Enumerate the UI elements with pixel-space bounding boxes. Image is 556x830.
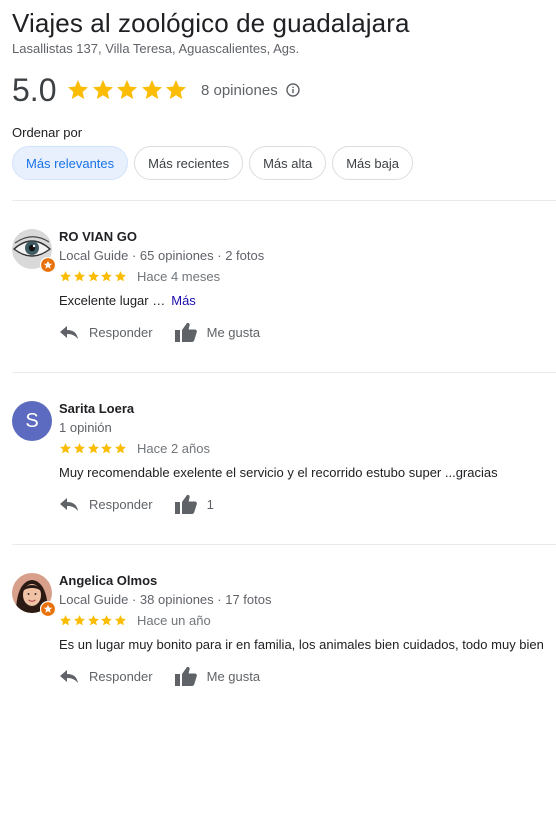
reviewer-meta: Local Guide · 38 opiniones · 17 fotos bbox=[59, 592, 272, 607]
review-item: S Sarita Loera 1 opinión Hace 2 años Muy… bbox=[12, 401, 556, 551]
like-label: Me gusta bbox=[206, 324, 261, 340]
avatar[interactable] bbox=[12, 229, 56, 273]
review-count: 8 opiniones bbox=[200, 81, 278, 99]
review-stars bbox=[59, 270, 128, 283]
reply-icon bbox=[60, 670, 78, 683]
sort-label: Ordenar por bbox=[12, 125, 83, 140]
sort-options: Más relevantes Más recientes Más alta Má… bbox=[12, 146, 419, 180]
reviewer-meta: 1 opinión bbox=[59, 420, 112, 435]
star-icon bbox=[141, 80, 162, 99]
review-time: Hace 4 meses bbox=[136, 269, 221, 284]
review-time: Hace un año bbox=[136, 613, 211, 628]
review-item: Angelica Olmos Local Guide · 38 opinione… bbox=[12, 573, 556, 723]
place-address: Lasallistas 137, Villa Teresa, Aguascali… bbox=[12, 41, 300, 56]
sort-most-relevant[interactable]: Más relevantes bbox=[12, 146, 129, 180]
rating-summary: 5.0 8 opiniones bbox=[12, 70, 300, 110]
info-icon[interactable] bbox=[286, 83, 300, 97]
review-rating: Hace 4 meses bbox=[59, 269, 220, 284]
reviewer-name[interactable]: Angelica Olmos bbox=[59, 573, 157, 588]
rating-stars bbox=[66, 78, 189, 102]
reply-button[interactable]: Responder bbox=[59, 324, 153, 340]
review-actions: Responder Me gusta bbox=[59, 661, 260, 691]
star-icon bbox=[73, 271, 85, 282]
star-icon bbox=[73, 615, 85, 626]
reply-icon bbox=[60, 326, 78, 339]
review-item: RO VIAN GO Local Guide · 65 opiniones · … bbox=[12, 229, 556, 379]
like-button[interactable]: Me gusta bbox=[174, 322, 261, 342]
reviewer-meta: Local Guide · 65 opiniones · 2 fotos bbox=[59, 248, 265, 263]
star-icon bbox=[92, 80, 113, 99]
avatar[interactable]: S bbox=[12, 401, 52, 441]
review-rating: Hace 2 años bbox=[59, 441, 210, 456]
local-guide-badge-icon bbox=[40, 257, 56, 273]
sort-highest[interactable]: Más alta bbox=[249, 146, 327, 180]
reply-label: Responder bbox=[89, 324, 153, 340]
local-guide-badge-icon bbox=[40, 601, 56, 617]
reviewer-name[interactable]: Sarita Loera bbox=[59, 401, 134, 416]
divider bbox=[12, 200, 556, 201]
star-icon bbox=[60, 443, 71, 454]
review-text: Muy recomendable exelente el servicio y … bbox=[59, 465, 498, 480]
more-link[interactable]: Más bbox=[171, 293, 196, 308]
thumbs-up-icon bbox=[174, 666, 197, 686]
sort-newest[interactable]: Más recientes bbox=[134, 146, 244, 180]
avatar[interactable] bbox=[12, 573, 56, 617]
review-rating: Hace un año bbox=[59, 613, 211, 628]
star-icon bbox=[115, 615, 127, 626]
star-icon bbox=[115, 443, 127, 454]
avatar-letter: S bbox=[25, 409, 39, 432]
review-actions: Responder 1 bbox=[59, 489, 214, 519]
like-button[interactable]: 1 bbox=[174, 494, 214, 514]
like-button[interactable]: Me gusta bbox=[174, 666, 261, 686]
review-text: Es un lugar muy bonito para ir en famili… bbox=[59, 637, 544, 652]
reply-label: Responder bbox=[89, 496, 153, 512]
star-icon bbox=[166, 80, 187, 99]
like-label: Me gusta bbox=[206, 668, 261, 684]
divider bbox=[12, 372, 556, 373]
star-icon bbox=[60, 271, 71, 282]
star-icon bbox=[101, 271, 113, 282]
star-icon bbox=[101, 615, 113, 626]
reply-button[interactable]: Responder bbox=[59, 668, 153, 684]
review-stars bbox=[59, 614, 128, 627]
thumbs-up-icon bbox=[174, 494, 197, 514]
star-icon bbox=[87, 615, 99, 626]
star-icon bbox=[115, 271, 127, 282]
star-icon bbox=[60, 615, 71, 626]
reply-label: Responder bbox=[89, 668, 153, 684]
place-title: Viajes al zoológico de guadalajara bbox=[12, 8, 410, 38]
average-rating: 5.0 bbox=[12, 71, 57, 108]
star-icon bbox=[73, 443, 85, 454]
like-count: 1 bbox=[206, 496, 214, 512]
review-actions: Responder Me gusta bbox=[59, 317, 260, 347]
sort-lowest[interactable]: Más baja bbox=[332, 146, 413, 180]
review-time: Hace 2 años bbox=[136, 441, 210, 456]
reply-icon bbox=[60, 498, 78, 511]
star-icon bbox=[87, 271, 99, 282]
thumbs-up-icon bbox=[174, 322, 197, 342]
reply-button[interactable]: Responder bbox=[59, 496, 153, 512]
star-icon bbox=[68, 80, 89, 99]
reviewer-name[interactable]: RO VIAN GO bbox=[59, 229, 137, 244]
star-icon bbox=[117, 80, 138, 99]
review-text-content: Excelente lugar … bbox=[59, 293, 166, 308]
review-text: Excelente lugar … Más bbox=[59, 293, 196, 308]
divider bbox=[12, 544, 556, 545]
star-icon bbox=[101, 443, 113, 454]
star-icon bbox=[87, 443, 99, 454]
review-stars bbox=[59, 442, 128, 455]
